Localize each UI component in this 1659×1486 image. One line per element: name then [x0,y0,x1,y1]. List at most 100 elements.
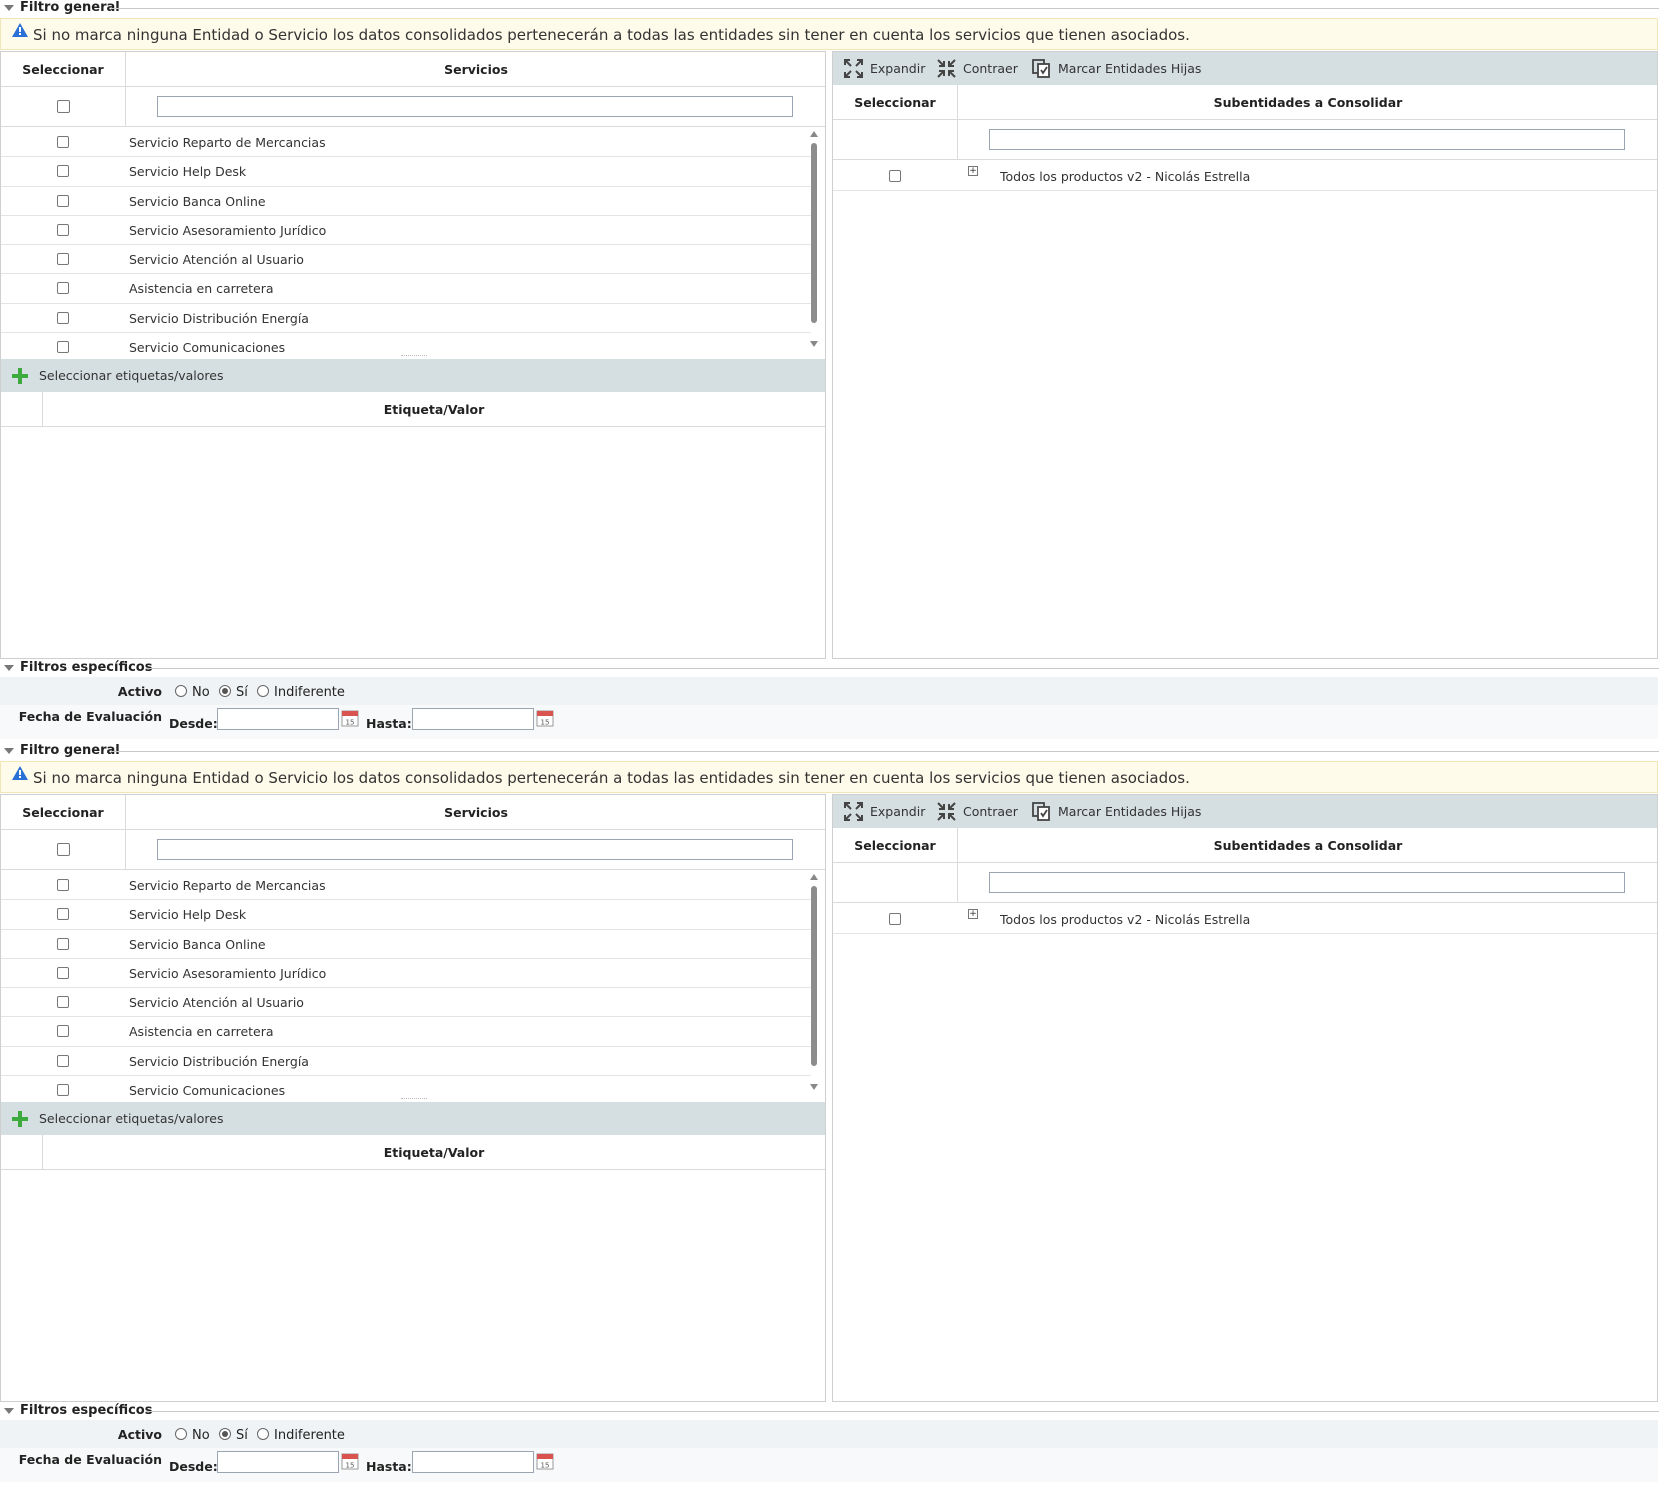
row-checkbox[interactable] [57,194,69,207]
col-subentidades[interactable]: Subentidades a Consolidar [958,85,1658,120]
collapse-triangle-icon[interactable] [4,748,14,754]
row-checkbox[interactable] [57,341,69,353]
servicio-row[interactable]: Servicio Asesoramiento Jurídico [1,959,811,989]
row-checkbox[interactable] [57,996,69,1009]
mark-children-icon [1032,59,1050,78]
row-checkbox[interactable] [57,253,69,266]
collapse-triangle-icon[interactable] [4,1408,14,1414]
radio-si[interactable] [219,1428,231,1440]
servicio-row[interactable]: Servicio Distribución Energía [1,304,811,334]
mark-children-button[interactable]: Marcar Entidades Hijas [1032,802,1207,822]
servicios-scrollbar[interactable] [809,131,819,347]
subentidades-toolbar: Expandir Contraer Marcar Entidades Hijas [833,795,1657,828]
tree-expand-icon[interactable]: + [968,909,978,919]
row-checkbox[interactable] [57,1084,69,1096]
warning-icon [12,766,28,780]
servicios-scrollbar[interactable] [809,874,819,1090]
servicio-row[interactable]: Asistencia en carretera [1,274,811,304]
calendar-icon[interactable]: 15 [341,1452,359,1470]
seleccionar-etiquetas-button[interactable]: Seleccionar etiquetas/valores [1,1102,825,1135]
col-servicios[interactable]: Servicios [126,52,826,87]
row-checkbox[interactable] [57,908,69,921]
row-checkbox[interactable] [889,170,901,182]
col-etiqueta-valor[interactable]: Etiqueta/Valor [43,1135,825,1170]
collapse-button[interactable]: Contraer [937,59,1022,79]
filtro-general-legend[interactable]: Filtro general [0,0,1659,16]
col-subentidades[interactable]: Subentidades a Consolidar [958,828,1658,863]
col-seleccionar[interactable]: Seleccionar [833,828,957,863]
servicios-filter-input[interactable] [157,96,793,117]
scroll-thumb[interactable] [811,143,817,323]
expand-button[interactable]: Expandir [844,59,929,79]
scroll-thumb[interactable] [811,886,817,1066]
scroll-down-icon[interactable] [810,1084,818,1090]
subentidades-filter-input[interactable] [989,872,1625,893]
radio-no[interactable] [175,685,187,697]
select-all-checkbox[interactable] [57,100,70,113]
seleccionar-etiquetas-button[interactable]: Seleccionar etiquetas/valores [1,359,825,392]
tree-row[interactable]: + Todos los productos v2 - Nicolás Estre… [833,904,1657,934]
subentidad-name: Todos los productos v2 - Nicolás Estrell… [1000,912,1251,927]
servicio-row[interactable]: Servicio Atención al Usuario [1,988,811,1018]
desde-input[interactable] [217,708,339,730]
servicio-row[interactable]: Servicio Help Desk [1,900,811,930]
scroll-up-icon[interactable] [810,874,818,880]
servicio-row[interactable]: Servicio Comunicaciones [1,333,811,353]
scroll-down-icon[interactable] [810,341,818,347]
servicio-row[interactable]: Servicio Banca Online [1,187,811,216]
servicio-row[interactable]: Asistencia en carretera [1,1017,811,1047]
row-checkbox[interactable] [57,223,69,236]
row-checkbox[interactable] [57,311,69,324]
servicios-filter-input[interactable] [157,839,793,860]
radio-indiferente[interactable] [257,1428,269,1440]
servicio-row[interactable]: Servicio Banca Online [1,930,811,959]
subentidades-filter-input[interactable] [989,129,1625,150]
hasta-input[interactable] [412,1451,534,1473]
col-servicios[interactable]: Servicios [126,795,826,830]
row-checkbox[interactable] [57,136,69,148]
servicio-row[interactable]: Servicio Atención al Usuario [1,245,811,275]
col-seleccionar[interactable]: Seleccionar [833,85,957,120]
servicio-row[interactable]: Servicio Help Desk [1,157,811,187]
row-checkbox[interactable] [57,966,69,979]
desde-input[interactable] [217,1451,339,1473]
collapse-triangle-icon[interactable] [4,5,14,11]
col-seleccionar[interactable]: Seleccionar [1,52,125,87]
servicios-filter-row [1,87,825,127]
hasta-input[interactable] [412,708,534,730]
row-checkbox[interactable] [57,937,69,950]
scroll-up-icon[interactable] [810,131,818,137]
calendar-icon[interactable]: 15 [536,709,554,727]
row-checkbox[interactable] [57,165,69,178]
row-checkbox[interactable] [889,913,901,925]
col-etiqueta-valor[interactable]: Etiqueta/Valor [43,392,825,427]
mark-children-button[interactable]: Marcar Entidades Hijas [1032,59,1207,79]
resize-grip[interactable] [401,1098,427,1100]
servicio-row[interactable]: Servicio Asesoramiento Jurídico [1,216,811,246]
filtros-especificos-legend[interactable]: Filtros específicos [0,1403,1659,1419]
radio-no[interactable] [175,1428,187,1440]
filtro-general-legend[interactable]: Filtro general [0,743,1659,759]
servicio-row[interactable]: Servicio Reparto de Mercancias [1,128,811,158]
row-checkbox[interactable] [57,1025,69,1038]
select-all-checkbox[interactable] [57,843,70,856]
radio-indiferente[interactable] [257,685,269,697]
servicio-row[interactable]: Servicio Comunicaciones [1,1076,811,1096]
calendar-icon[interactable]: 15 [341,709,359,727]
tree-expand-icon[interactable]: + [968,166,978,176]
resize-grip[interactable] [401,355,427,357]
row-checkbox[interactable] [57,1054,69,1067]
collapse-button[interactable]: Contraer [937,802,1022,822]
row-checkbox[interactable] [57,282,69,295]
collapse-triangle-icon[interactable] [4,665,14,671]
servicio-row[interactable]: Servicio Distribución Energía [1,1047,811,1077]
row-checkbox[interactable] [57,879,69,891]
radio-si[interactable] [219,685,231,697]
filtros-especificos-legend[interactable]: Filtros específicos [0,660,1659,676]
info-text: Si no marca ninguna Entidad o Servicio l… [33,769,1190,787]
servicio-row[interactable]: Servicio Reparto de Mercancias [1,871,811,901]
expand-button[interactable]: Expandir [844,802,929,822]
calendar-icon[interactable]: 15 [536,1452,554,1470]
tree-row[interactable]: + Todos los productos v2 - Nicolás Estre… [833,161,1657,191]
col-seleccionar[interactable]: Seleccionar [1,795,125,830]
